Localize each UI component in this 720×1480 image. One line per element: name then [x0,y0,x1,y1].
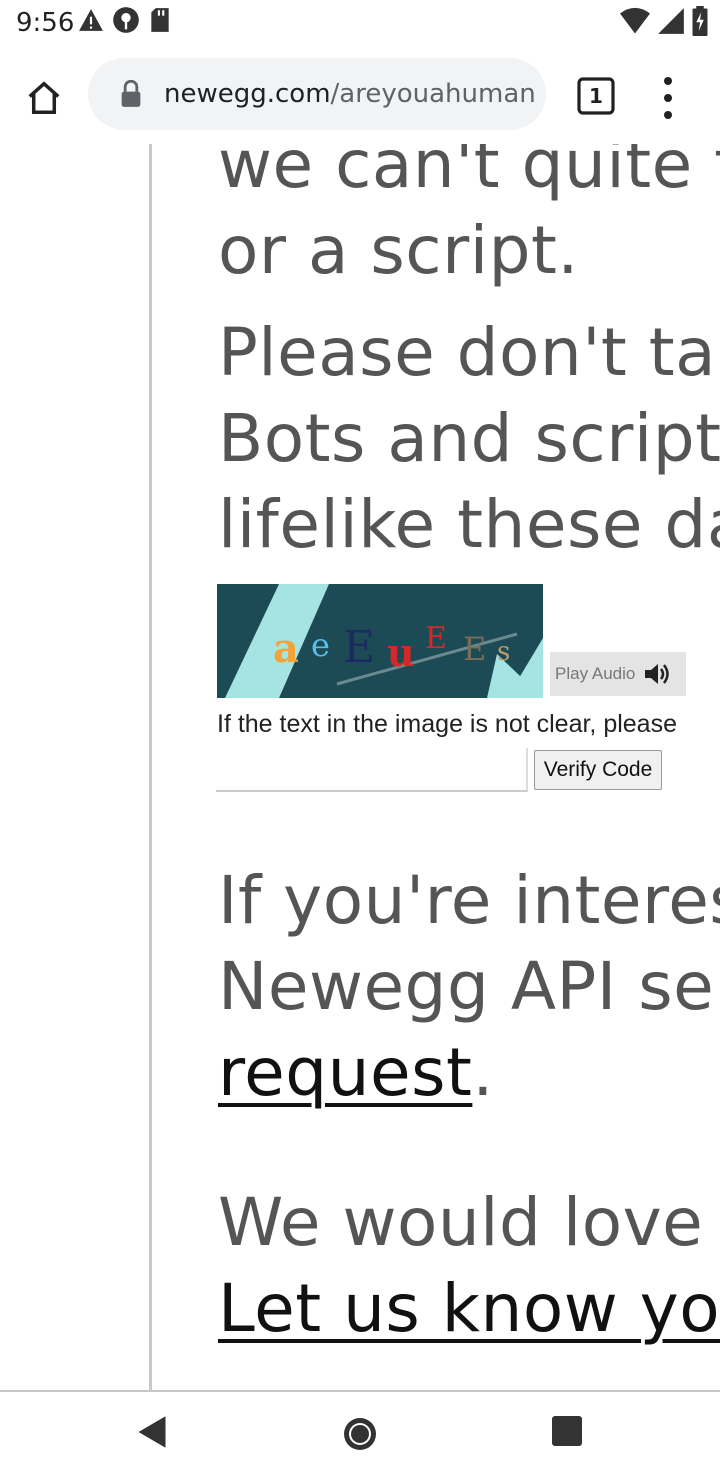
message-line-8: request. [218,1034,494,1111]
svg-text:u: u [387,630,415,675]
url-text[interactable]: newegg.com/areyouahuman3?i [164,79,534,109]
recent-apps-button[interactable] [552,1416,582,1446]
overflow-menu-button[interactable] [648,70,688,126]
message-line-4: Bots and scripts c [218,400,720,477]
home-circle-icon [344,1418,376,1450]
notification-icons [78,6,172,34]
menu-dot-icon [664,94,672,102]
message-line-1: we can't quite tel [218,144,720,203]
play-audio-button[interactable]: Play Audio [550,652,686,696]
captcha-image: a e E u E E s [217,584,543,698]
menu-dot-icon [664,77,672,85]
url-path: /areyouahuman3?i [330,79,534,109]
verify-code-button[interactable]: Verify Code [534,750,662,790]
captcha-input[interactable] [216,748,528,792]
message-line-9: We would love to [218,1184,720,1261]
home-icon [28,81,60,114]
message-line-3: Please don't take [218,314,720,391]
wifi-icon [620,7,650,34]
system-nav-bar [0,1392,720,1480]
signal-icon [658,8,684,34]
status-time: 9:56 [16,8,75,38]
system-home-button[interactable] [340,1414,380,1459]
request-suffix: . [472,1034,494,1111]
pinwheel-icon [113,7,139,33]
message-line-7: Newegg API servi [218,948,720,1025]
back-icon [138,1416,166,1448]
svg-text:E: E [343,622,375,673]
message-line-2: or a script. [218,212,579,289]
web-page-content: we can't quite tel or a script. Please d… [0,144,720,1392]
svg-text:s: s [497,637,510,667]
browser-toolbar: newegg.com/areyouahuman3?i 1 [0,48,720,144]
menu-dot-icon [664,111,672,119]
message-line-6: If you're intereste [218,862,720,939]
back-button[interactable] [136,1414,168,1455]
url-domain: newegg.com [164,79,331,109]
sd-card-icon [151,8,169,32]
tab-count: 1 [589,84,603,108]
play-audio-label: Play Audio [555,664,636,683]
status-bar: 9:56 [0,0,720,48]
tab-switcher-button[interactable]: 1 [576,76,616,116]
warning-icon [79,9,103,31]
message-line-5: lifelike these days [218,486,720,563]
svg-text:e: e [311,626,330,664]
message-line-10: Let us know your [218,1270,720,1347]
battery-icon [692,6,708,36]
lock-icon [118,79,144,109]
svg-text:E: E [425,621,447,656]
speaker-icon [645,664,670,684]
content-left-border [149,144,152,1392]
system-icons [620,6,708,36]
url-bar[interactable]: newegg.com/areyouahuman3?i [88,58,546,130]
feedback-link[interactable]: Let us know your [218,1270,720,1347]
svg-text:a: a [273,625,299,672]
svg-text:E: E [463,630,486,668]
home-button[interactable] [16,70,72,126]
captcha-instructions: If the text in the image is not clear, p… [217,710,677,738]
request-link[interactable]: request [218,1034,472,1111]
